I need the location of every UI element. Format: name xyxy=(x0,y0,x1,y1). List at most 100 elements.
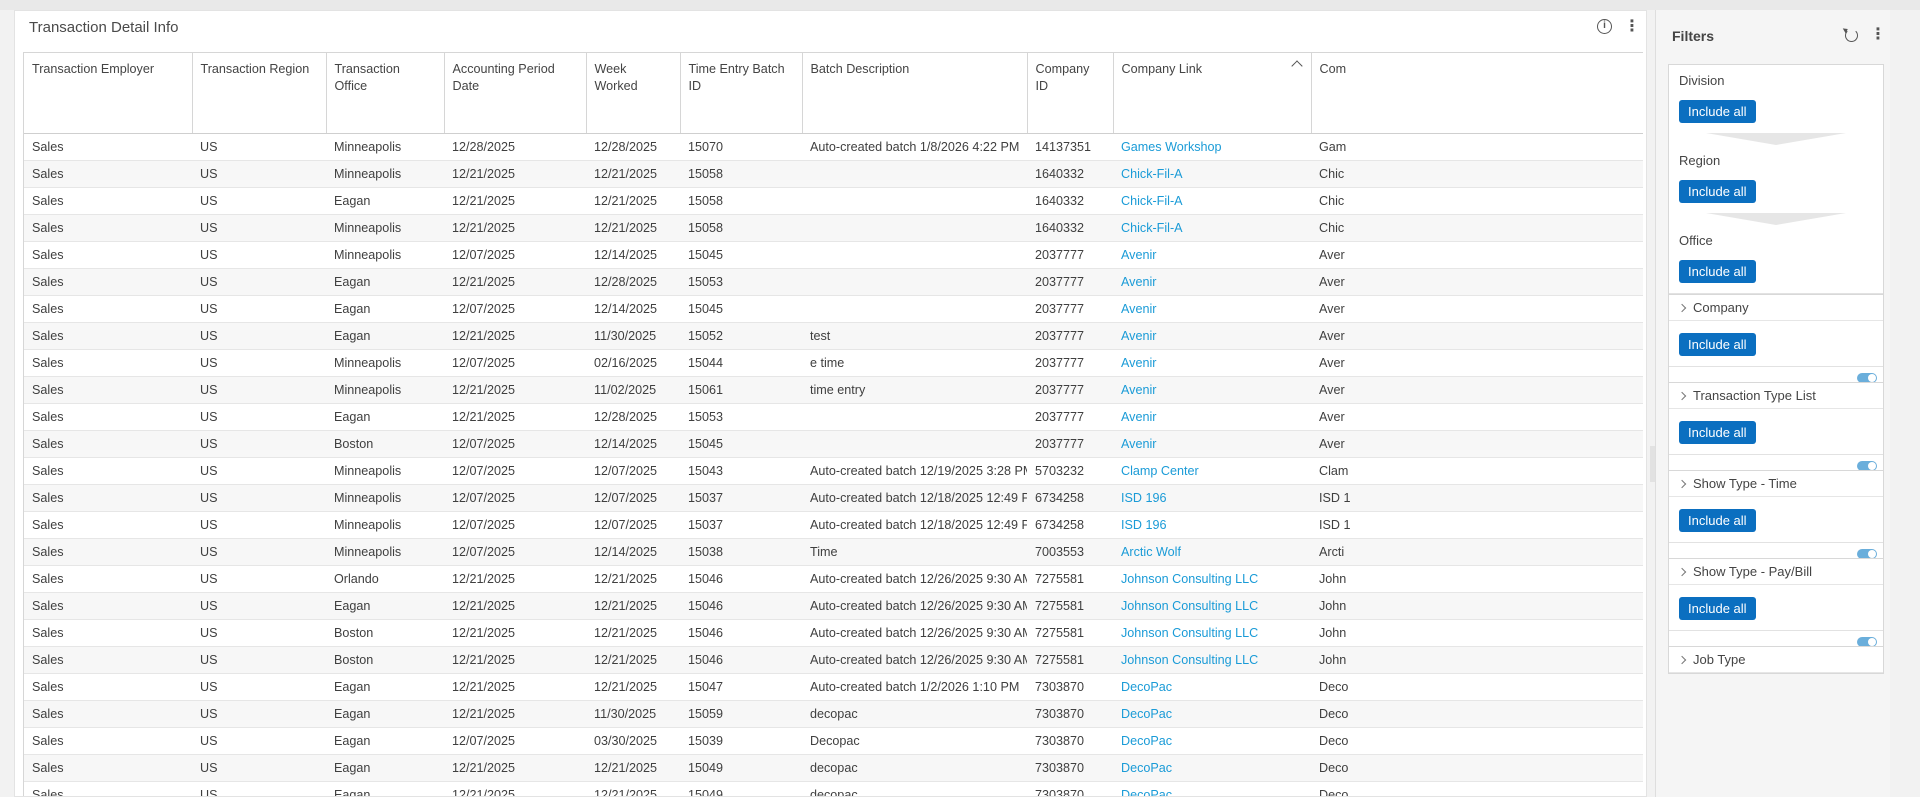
column-header[interactable]: Com xyxy=(1311,53,1643,134)
reset-icon[interactable] xyxy=(1845,28,1858,42)
table-cell: 6734258 xyxy=(1027,511,1113,539)
table-row[interactable]: Sales US Minneapolis 12/07/2025 12/07/2025 15… xyxy=(24,484,1643,512)
include-all-button[interactable]: Include all xyxy=(1679,180,1756,203)
include-all-button[interactable]: Include all xyxy=(1679,333,1756,356)
table-row[interactable]: Sales US Eagan 12/21/2025 12/21/2025 15049 dec… xyxy=(24,781,1643,796)
table-row[interactable]: Sales US Minneapolis 12/21/2025 12/21/2025 15… xyxy=(24,214,1643,242)
table-cell: Sales xyxy=(24,754,192,782)
company-link[interactable]: Chick-Fil-A xyxy=(1113,187,1311,215)
column-header[interactable]: Company Link xyxy=(1113,53,1312,134)
company-link[interactable]: Avenir xyxy=(1113,322,1311,350)
company-link[interactable]: Games Workshop xyxy=(1113,133,1311,161)
table-row[interactable]: Sales US Eagan 12/07/2025 12/14/2025 15045 203… xyxy=(24,295,1643,323)
table-row[interactable]: Sales US Minneapolis 12/21/2025 11/02/2025 15… xyxy=(24,376,1643,404)
sort-ascending-icon[interactable] xyxy=(1290,60,1303,72)
column-header[interactable]: Transaction Region xyxy=(192,53,327,134)
table-row[interactable]: Sales US Eagan 12/07/2025 03/30/2025 15039 Dec… xyxy=(24,727,1643,755)
company-link[interactable]: Avenir xyxy=(1113,403,1311,431)
filter-header[interactable]: Show Type - Time xyxy=(1669,471,1883,497)
table-row[interactable]: Sales US Minneapolis 12/07/2025 12/07/2025 15… xyxy=(24,457,1643,485)
table-cell: test xyxy=(802,322,1027,350)
column-header[interactable]: Week Worked xyxy=(586,53,681,134)
column-header[interactable]: Batch Description xyxy=(802,53,1028,134)
chevron-right-icon xyxy=(1677,655,1687,665)
include-all-button[interactable]: Include all xyxy=(1679,421,1756,444)
table-cell: 15044 xyxy=(680,349,802,377)
column-header[interactable]: Accounting Period Date xyxy=(444,53,587,134)
company-link[interactable]: Johnson Consulting LLC xyxy=(1113,592,1311,620)
company-link[interactable]: ISD 196 xyxy=(1113,484,1311,512)
column-header[interactable]: Transaction Office xyxy=(326,53,445,134)
table-cell: 15038 xyxy=(680,538,802,566)
include-all-button[interactable]: Include all xyxy=(1679,597,1756,620)
column-header-label: Transaction Region xyxy=(200,62,310,76)
company-link[interactable]: Avenir xyxy=(1113,295,1311,323)
table-row[interactable]: Sales US Orlando 12/21/2025 12/21/2025 15046 A… xyxy=(24,565,1643,593)
more-vert-icon[interactable]: ⋮ xyxy=(1870,27,1886,43)
table-cell: 2037777 xyxy=(1027,403,1113,431)
table-row[interactable]: Sales US Minneapolis 12/28/2025 12/28/2025 15… xyxy=(24,133,1643,161)
table-row[interactable]: Sales US Boston 12/21/2025 12/21/2025 15046 Au… xyxy=(24,619,1643,647)
company-link[interactable]: DecoPac xyxy=(1113,781,1311,796)
company-link[interactable]: DecoPac xyxy=(1113,754,1311,782)
table-row[interactable]: Sales US Eagan 12/21/2025 12/21/2025 15046 Aut… xyxy=(24,592,1643,620)
table-cell: 2037777 xyxy=(1027,430,1113,458)
include-all-button[interactable]: Include all xyxy=(1679,509,1756,532)
table-cell: 1640332 xyxy=(1027,187,1113,215)
table-row[interactable]: Sales US Minneapolis 12/07/2025 12/14/2025 15… xyxy=(24,241,1643,269)
info-icon[interactable]: i xyxy=(1597,19,1612,34)
table-cell: 12/21/2025 xyxy=(444,403,586,431)
company-link[interactable]: DecoPac xyxy=(1113,673,1311,701)
company-link[interactable]: Arctic Wolf xyxy=(1113,538,1311,566)
filter-header[interactable]: Show Type - Pay/Bill xyxy=(1669,559,1883,585)
company-link[interactable]: Avenir xyxy=(1113,268,1311,296)
company-link[interactable]: Chick-Fil-A xyxy=(1113,214,1311,242)
company-link[interactable]: Johnson Consulting LLC xyxy=(1113,565,1311,593)
include-all-button[interactable]: Include all xyxy=(1679,100,1756,123)
table-cell: 2037777 xyxy=(1027,376,1113,404)
company-link[interactable]: ISD 196 xyxy=(1113,511,1311,539)
filter-header[interactable]: Company xyxy=(1669,295,1883,321)
transaction-detail-panel: Transaction Detail Info i ⋮ Transaction … xyxy=(14,10,1647,797)
more-vert-icon[interactable]: ⋮ xyxy=(1624,18,1640,34)
column-header[interactable]: Transaction Employer xyxy=(24,53,193,134)
company-link[interactable]: Johnson Consulting LLC xyxy=(1113,619,1311,647)
filter-header[interactable]: Transaction Type List xyxy=(1669,383,1883,409)
table-cell: Chic xyxy=(1311,214,1643,242)
table-row[interactable]: Sales US Minneapolis 12/07/2025 12/14/2025 15… xyxy=(24,538,1643,566)
company-link[interactable]: Avenir xyxy=(1113,349,1311,377)
table-row[interactable]: Sales US Minneapolis 12/07/2025 02/16/2025 15… xyxy=(24,349,1643,377)
column-header[interactable]: Company ID xyxy=(1027,53,1114,134)
table-cell: 12/21/2025 xyxy=(586,592,680,620)
table-cell: 12/07/2025 xyxy=(444,484,586,512)
company-link[interactable]: DecoPac xyxy=(1113,700,1311,728)
table-row[interactable]: Sales US Eagan 12/21/2025 12/21/2025 15058 164… xyxy=(24,187,1643,215)
table-row[interactable]: Sales US Eagan 12/21/2025 11/30/2025 15059 dec… xyxy=(24,700,1643,728)
table-row[interactable]: Sales US Boston 12/21/2025 12/21/2025 15046 Au… xyxy=(24,646,1643,674)
table-cell: Eagan xyxy=(326,592,444,620)
filter-header[interactable]: Job Type xyxy=(1669,647,1883,673)
table-row[interactable]: Sales US Eagan 12/21/2025 12/21/2025 15049 dec… xyxy=(24,754,1643,782)
table-row[interactable]: Sales US Minneapolis 12/07/2025 12/07/2025 15… xyxy=(24,511,1643,539)
table-cell: 12/28/2025 xyxy=(444,133,586,161)
table-cell: Auto-created batch 12/18/2025 12:49 PM xyxy=(802,484,1027,512)
table-cell: Gam xyxy=(1311,133,1643,161)
table-row[interactable]: Sales US Boston 12/07/2025 12/14/2025 15045 20… xyxy=(24,430,1643,458)
table-row[interactable]: Sales US Eagan 12/21/2025 12/28/2025 15053 203… xyxy=(24,403,1643,431)
company-link[interactable]: Avenir xyxy=(1113,430,1311,458)
table-cell: US xyxy=(192,619,326,647)
data-table-container[interactable]: Transaction Employer Transaction Region Tr… xyxy=(23,52,1643,796)
include-all-button[interactable]: Include all xyxy=(1679,260,1756,283)
company-link[interactable]: Clamp Center xyxy=(1113,457,1311,485)
table-row[interactable]: Sales US Eagan 12/21/2025 12/28/2025 15053 203… xyxy=(24,268,1643,296)
company-link[interactable]: Avenir xyxy=(1113,376,1311,404)
table-row[interactable]: Sales US Eagan 12/21/2025 11/30/2025 15052 tes… xyxy=(24,322,1643,350)
column-header[interactable]: Time Entry Batch ID xyxy=(680,53,803,134)
table-row[interactable]: Sales US Eagan 12/21/2025 12/21/2025 15047 Aut… xyxy=(24,673,1643,701)
company-link[interactable]: Chick-Fil-A xyxy=(1113,160,1311,188)
company-link[interactable]: Johnson Consulting LLC xyxy=(1113,646,1311,674)
table-row[interactable]: Sales US Minneapolis 12/21/2025 12/21/2025 15… xyxy=(24,160,1643,188)
table-cell: Sales xyxy=(24,592,192,620)
company-link[interactable]: Avenir xyxy=(1113,241,1311,269)
company-link[interactable]: DecoPac xyxy=(1113,727,1311,755)
